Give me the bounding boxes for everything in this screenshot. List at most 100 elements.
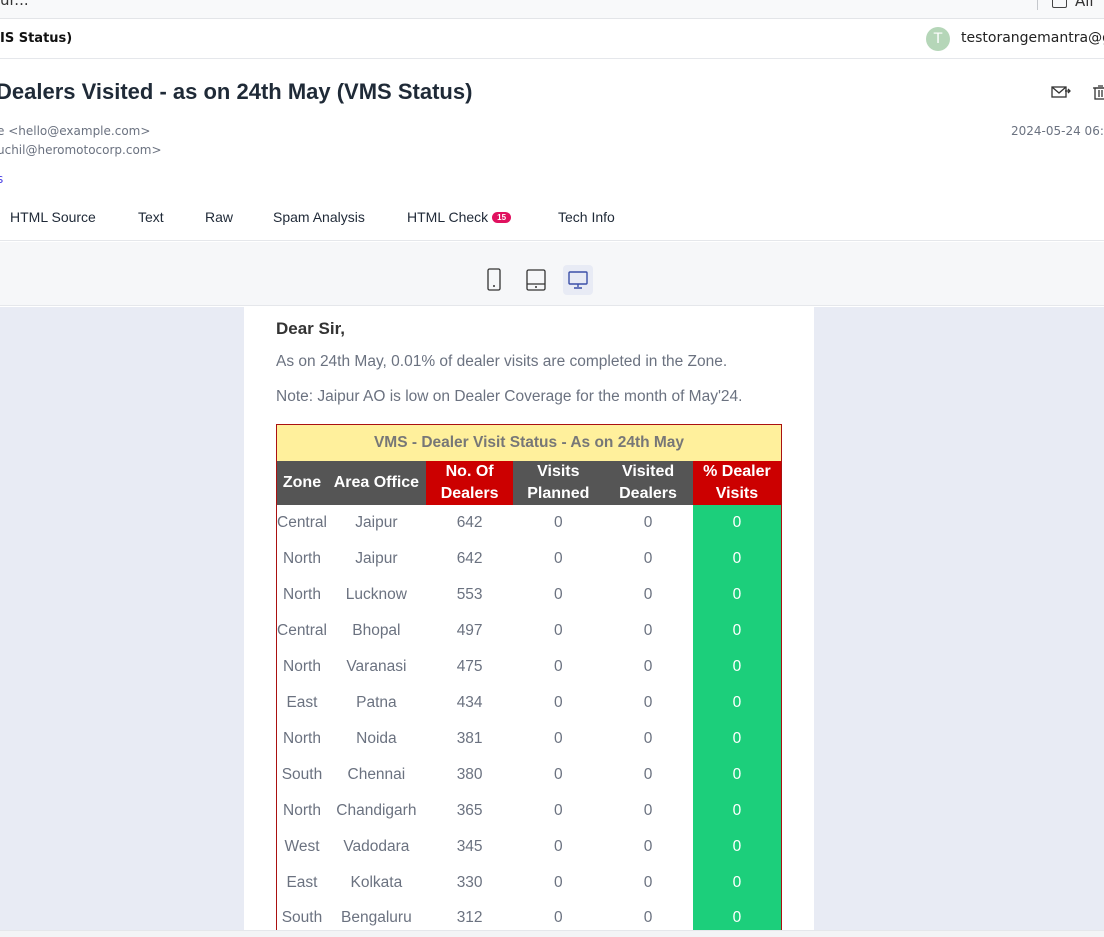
- cell-area: Bhopal: [352, 621, 401, 639]
- desktop-view-button[interactable]: [563, 265, 593, 295]
- cell-visited: 0: [643, 585, 653, 603]
- table-row: Central Jaipur 642 0 0 0: [277, 504, 782, 541]
- cell-dealers: 475: [456, 657, 483, 675]
- tab-tech-info[interactable]: Tech Info: [558, 209, 615, 225]
- cell-pct: 0: [692, 648, 782, 685]
- table-row: North Chandigarh 365 0 0 0: [277, 792, 782, 829]
- all-button[interactable]: All: [1052, 0, 1094, 10]
- cell-zone: Central: [277, 621, 327, 639]
- cell-planned: 0: [554, 549, 563, 567]
- issue-count-badge: 15: [492, 212, 512, 223]
- cell-visited: 0: [643, 693, 653, 711]
- table-row: South Chennai 380 0 0 0: [277, 756, 782, 793]
- tab-text[interactable]: Text: [138, 209, 164, 225]
- table-row: Central Bhopal 497 0 0 0: [277, 612, 782, 649]
- cell-pct: 0: [692, 612, 782, 649]
- cell-area: Bengaluru: [341, 909, 412, 927]
- cell-planned: 0: [554, 837, 563, 855]
- cell-pct: 0: [692, 540, 782, 577]
- subject-bar: IS Status) T testorangemantra@gm: [0, 19, 1104, 59]
- device-toolbar: [0, 242, 1104, 306]
- mobile-view-button[interactable]: [479, 265, 509, 295]
- cell-pct: 0: [692, 504, 782, 541]
- cell-visited: 0: [643, 729, 653, 747]
- cell-area: Vadodara: [343, 837, 410, 855]
- table-caption: VMS - Dealer Visit Status - As on 24th M…: [276, 424, 782, 461]
- cell-planned: 0: [554, 585, 563, 603]
- cell-visited: 0: [643, 513, 653, 531]
- view-tabs: HTML Source Text Raw Spam Analysis HTML …: [0, 200, 1104, 241]
- cell-zone: East: [286, 873, 318, 891]
- account-email[interactable]: testorangemantra@gm: [961, 30, 1104, 46]
- table-row: West Vadodara 345 0 0 0: [277, 828, 782, 865]
- header-visits-planned-line2: Planned: [527, 484, 590, 502]
- header-visited-dealers: Visited Dealers: [603, 460, 693, 505]
- cell-zone: South: [281, 909, 323, 927]
- avatar[interactable]: T: [926, 27, 950, 51]
- cell-zone: North: [283, 729, 321, 747]
- cell-pct: 0: [692, 900, 782, 930]
- header-pct-dealer-visits-line2: Visits: [715, 484, 759, 502]
- cell-area: Chennai: [347, 765, 406, 783]
- cell-zone: North: [283, 801, 321, 819]
- cell-zone: South: [281, 765, 323, 783]
- cell-area: Jaipur: [355, 513, 398, 531]
- header-no-of-dealers-line1: No. Of: [445, 462, 494, 480]
- cell-dealers: 642: [456, 513, 483, 531]
- header-area-office: Area Office: [326, 460, 426, 505]
- cell-dealers: 434: [456, 693, 483, 711]
- cell-visited: 0: [643, 657, 653, 675]
- cell-visited: 0: [643, 837, 653, 855]
- cell-dealers: 642: [456, 549, 483, 567]
- table-row: North Jaipur 642 0 0 0: [277, 540, 782, 577]
- cell-dealers: 381: [456, 729, 483, 747]
- tab-raw[interactable]: Raw: [205, 209, 233, 225]
- cell-planned: 0: [554, 801, 563, 819]
- cell-pct: 0: [692, 720, 782, 757]
- cell-area: Varanasi: [346, 657, 407, 675]
- tablet-icon: [526, 269, 546, 291]
- cell-dealers: 365: [456, 801, 483, 819]
- header-pct-dealer-visits-line1: % Dealer: [703, 462, 771, 480]
- email-preview[interactable]: Dear Sir, As on 24th May, 0.01% of deale…: [0, 307, 1104, 930]
- tab-spam-analysis[interactable]: Spam Analysis: [273, 209, 365, 225]
- cell-dealers: 312: [456, 909, 483, 927]
- desktop-icon: [568, 271, 588, 289]
- tab-html-check[interactable]: HTML Check 15: [407, 209, 512, 225]
- cell-dealers: 345: [456, 837, 483, 855]
- header-visited-dealers-line2: Dealers: [619, 484, 677, 502]
- top-strip: ur... All: [0, 0, 1104, 19]
- cell-area: Kolkata: [350, 873, 403, 891]
- cell-pct: 0: [692, 576, 782, 613]
- cell-visited: 0: [643, 765, 653, 783]
- cell-planned: 0: [554, 693, 563, 711]
- tab-html-source[interactable]: HTML Source: [10, 209, 96, 225]
- cell-zone: North: [283, 585, 321, 603]
- cell-visited: 0: [643, 549, 653, 567]
- cell-zone: Central: [277, 513, 327, 531]
- short-subject: IS Status): [0, 31, 73, 46]
- cell-visited: 0: [643, 801, 653, 819]
- cell-zone: West: [284, 837, 320, 855]
- cell-planned: 0: [554, 657, 563, 675]
- cell-zone: North: [283, 657, 321, 675]
- greeting: Dear Sir,: [276, 319, 345, 338]
- forward-mail-icon[interactable]: [1051, 84, 1071, 100]
- cell-area: Lucknow: [345, 585, 407, 603]
- cell-pct: 0: [692, 684, 782, 721]
- header-no-of-dealers: No. Of Dealers: [425, 460, 514, 505]
- cell-visited: 0: [643, 909, 653, 927]
- email-body: Dear Sir, As on 24th May, 0.01% of deale…: [244, 307, 814, 930]
- cell-area: Chandigarh: [336, 801, 417, 819]
- cell-area: Noida: [356, 729, 397, 747]
- trash-icon[interactable]: [1091, 84, 1104, 100]
- header-visits-planned: Visits Planned: [513, 460, 604, 505]
- table-row: North Varanasi 475 0 0 0: [277, 648, 782, 685]
- cell-planned: 0: [554, 621, 563, 639]
- tablet-view-button[interactable]: [521, 265, 551, 295]
- cell-pct: 0: [692, 792, 782, 829]
- details-link[interactable]: s: [0, 172, 3, 186]
- dealer-visit-table: VMS - Dealer Visit Status - As on 24th M…: [276, 424, 782, 930]
- breadcrumb[interactable]: ur...: [0, 0, 29, 9]
- cell-visited: 0: [643, 621, 653, 639]
